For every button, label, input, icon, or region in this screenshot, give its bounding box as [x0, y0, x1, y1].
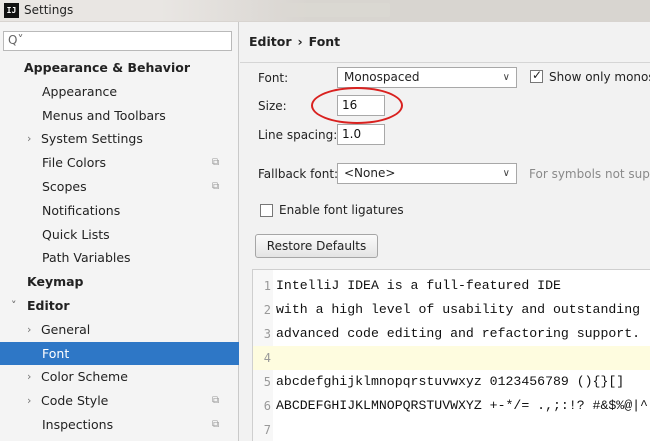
font-dropdown-value: Monospaced: [344, 70, 420, 84]
search-input[interactable]: [26, 33, 226, 49]
project-scope-icon: ⧉: [212, 157, 220, 169]
preview-text: with a high level of usability and outst…: [276, 302, 641, 317]
sidebar-item-label: System Settings: [41, 131, 143, 147]
line-number: 3: [263, 327, 271, 341]
window-title: Settings: [24, 3, 74, 17]
show-only-monospaced-checkbox[interactable]: [530, 68, 543, 83]
sidebar-item-file-and-code-templates[interactable]: File and Code Templates ⧉: [0, 437, 239, 441]
sidebar-item-path-variables[interactable]: Path Variables: [0, 246, 239, 270]
sidebar-item-label: Quick Lists: [42, 226, 110, 242]
font-preview-editor[interactable]: 1 IntelliJ IDEA is a full-featured IDE 2 wi…: [252, 269, 650, 441]
line-number: 1: [263, 279, 271, 293]
red-annotation-ellipse: [311, 87, 403, 124]
breadcrumb: Editor › Font: [249, 34, 340, 49]
font-dropdown[interactable]: Monospaced ∨: [337, 67, 517, 88]
line-number: 6: [263, 399, 271, 413]
background-editor-tab: [280, 3, 390, 17]
project-scope-icon: ⧉: [212, 180, 220, 192]
restore-defaults-button[interactable]: Restore Defaults: [255, 234, 378, 258]
show-only-monospaced-label[interactable]: Show only monospaced fonts: [549, 70, 650, 84]
chevron-down-icon: ∨: [502, 168, 510, 179]
chevron-right-icon[interactable]: ›: [27, 389, 31, 413]
sidebar-item-general[interactable]: › General: [0, 318, 239, 342]
preview-text: ABCDEFGHIJKLMNOPQRSTUVWXYZ +-*/= .,;:!? …: [276, 398, 648, 413]
fallback-font-hint: For symbols not supported by the main fo…: [529, 167, 650, 181]
preview-text: abcdefghijklmnopqrstuvwxyz 0123456789 ()…: [276, 374, 625, 389]
chevron-down-icon: ∨: [502, 72, 510, 83]
sidebar-item-notifications[interactable]: Notifications: [0, 199, 239, 223]
preview-line: 2 with a high level of usability and outs…: [253, 298, 650, 322]
project-scope-icon: ⧉: [212, 418, 220, 430]
line-number: 5: [263, 375, 271, 389]
project-scope-icon: ⧉: [212, 395, 220, 407]
line-number: 7: [263, 423, 271, 437]
sidebar-item-code-style[interactable]: › Code Style ⧉: [0, 389, 239, 413]
search-icon[interactable]: Q˅: [8, 33, 23, 47]
preview-line: 7: [253, 418, 650, 441]
preview-text: advanced code editing and refactoring su…: [276, 326, 641, 341]
header-divider: [240, 62, 650, 63]
sidebar-item-scopes[interactable]: Scopes ⧉: [0, 175, 239, 199]
sidebar-item-label: Notifications: [42, 202, 121, 218]
chevron-right-icon[interactable]: ›: [27, 318, 31, 342]
enable-ligatures-label[interactable]: Enable font ligatures: [279, 203, 404, 217]
font-settings-panel: Editor › Font Font: Monospaced ∨ Show only…: [240, 22, 650, 441]
project-scope-icon: ⧉: [212, 437, 219, 441]
sidebar-item-quick-lists[interactable]: Quick Lists: [0, 223, 239, 247]
breadcrumb-separator: ›: [297, 34, 303, 49]
sidebar-item-system-settings[interactable]: › System Settings: [0, 127, 239, 151]
fallback-font-label: Fallback font:: [258, 167, 339, 181]
sidebar-item-label: File Colors: [42, 155, 107, 171]
sidebar-item-appearance-behavior[interactable]: Appearance & Behavior: [0, 56, 239, 80]
sidebar-item-color-scheme[interactable]: › Color Scheme: [0, 365, 239, 389]
line-number: 4: [263, 351, 271, 365]
settings-tree: Appearance & Behavior Appearance Menus and…: [0, 56, 239, 441]
sidebar-item-label: Path Variables: [42, 250, 131, 266]
sidebar-item-label: Code Style: [41, 393, 109, 409]
chevron-down-icon[interactable]: ˅: [11, 294, 17, 318]
settings-sidebar: Q˅ Appearance & Behavior Appearance Menus …: [0, 22, 239, 441]
size-label: Size:: [258, 99, 287, 113]
sidebar-item-label: Menus and Toolbars: [42, 107, 166, 123]
sidebar-item-keymap[interactable]: Keymap: [0, 270, 239, 294]
intellij-app-icon: IJ: [4, 3, 19, 18]
sidebar-item-label: Appearance & Behavior: [24, 60, 190, 75]
sidebar-item-label: Editor: [27, 297, 70, 313]
line-spacing-input[interactable]: 1.0: [337, 124, 385, 145]
background-window-blur: [160, 0, 650, 21]
enable-ligatures-checkbox[interactable]: [260, 204, 273, 217]
preview-line: 4: [253, 346, 650, 370]
font-label: Font:: [258, 71, 289, 85]
sidebar-item-label: Inspections: [42, 416, 114, 432]
breadcrumb-current: Font: [308, 34, 341, 49]
sidebar-item-menus-and-toolbars[interactable]: Menus and Toolbars: [0, 104, 239, 128]
preview-line: 3 advanced code editing and refactoring s…: [253, 322, 650, 346]
line-spacing-label: Line spacing:: [258, 128, 338, 142]
fallback-font-value: <None>: [344, 166, 396, 180]
sidebar-item-label: Font: [42, 345, 70, 361]
settings-search-box[interactable]: Q˅: [3, 31, 232, 51]
preview-line: 6 ABCDEFGHIJKLMNOPQRSTUVWXYZ +-*/= .,;:!?…: [253, 394, 650, 418]
chevron-right-icon[interactable]: ›: [27, 127, 31, 151]
sidebar-item-label: Scopes: [42, 178, 87, 194]
preview-text: IntelliJ IDEA is a full-featured IDE: [276, 278, 561, 293]
fallback-font-dropdown[interactable]: <None> ∨: [337, 163, 517, 184]
title-bar: IJ Settings: [0, 0, 650, 22]
sidebar-item-editor[interactable]: ˅ Editor: [0, 294, 239, 318]
sidebar-item-label: File and Code Templates: [42, 437, 194, 441]
sidebar-item-label: Appearance: [42, 83, 118, 99]
sidebar-item-label: Color Scheme: [41, 369, 128, 385]
breadcrumb-parent[interactable]: Editor: [249, 34, 292, 49]
preview-line: 5 abcdefghijklmnopqrstuvwxyz 0123456789 (…: [253, 370, 650, 394]
sidebar-item-label: General: [41, 321, 91, 337]
sidebar-item-font[interactable]: Font: [0, 341, 239, 366]
line-number: 2: [263, 303, 271, 317]
sidebar-item-appearance[interactable]: Appearance: [0, 80, 239, 104]
sidebar-item-file-colors[interactable]: File Colors ⧉: [0, 151, 239, 175]
chevron-right-icon[interactable]: ›: [27, 365, 31, 389]
sidebar-item-label: Keymap: [27, 274, 84, 290]
sidebar-item-inspections[interactable]: Inspections ⧉: [0, 413, 239, 437]
preview-line: 1 IntelliJ IDEA is a full-featured IDE: [253, 274, 650, 298]
